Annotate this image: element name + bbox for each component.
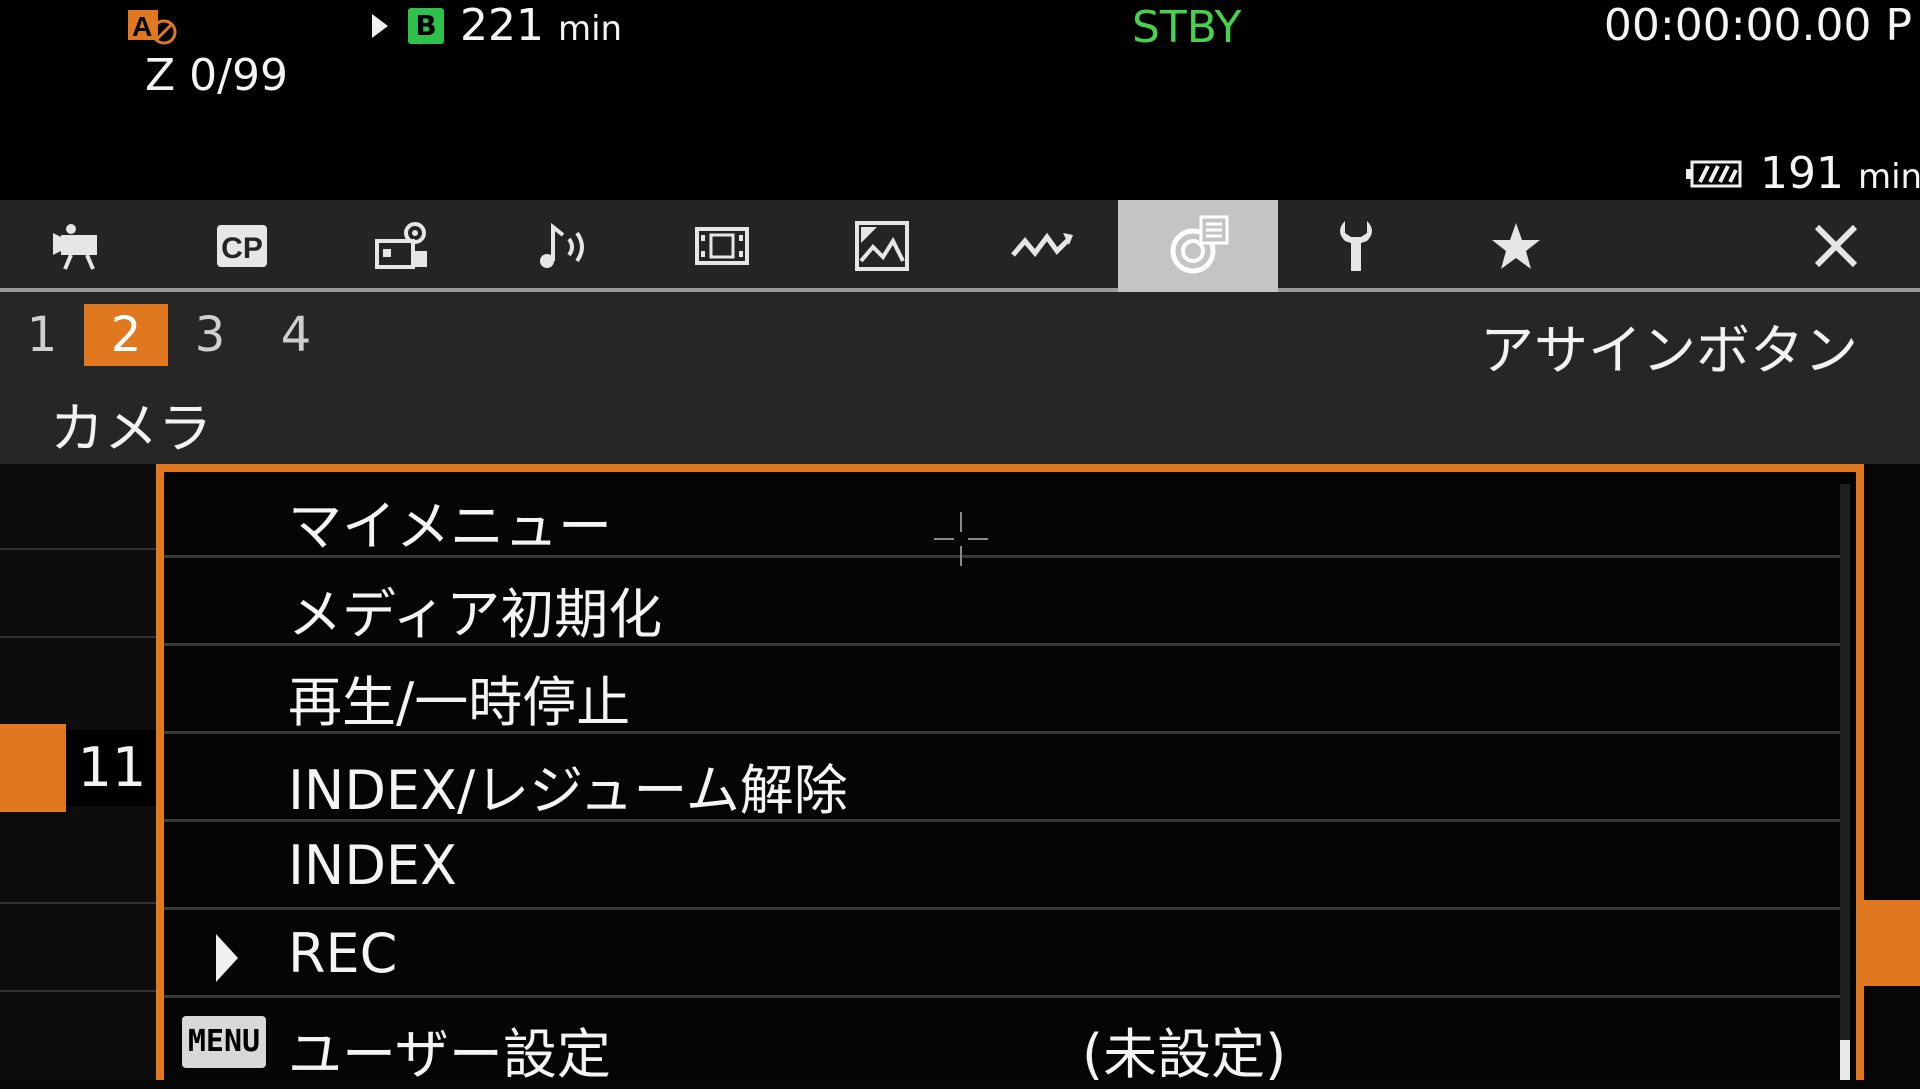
battery-icon xyxy=(1686,160,1742,188)
option-label: INDEX xyxy=(288,834,458,897)
crosshair-icon xyxy=(934,512,988,566)
divider xyxy=(0,636,158,638)
record-time: 221 min xyxy=(460,0,622,51)
option-label: REC xyxy=(288,922,398,985)
assist-icon xyxy=(855,221,909,271)
category-label: カメラ xyxy=(50,397,212,460)
z-count: Z 0/99 xyxy=(145,50,288,101)
menu-badge: MENU xyxy=(182,1016,266,1068)
camera-icon xyxy=(53,224,97,270)
option-label: ユーザー設定 xyxy=(288,1023,611,1086)
cp-icon: CP xyxy=(217,225,267,267)
menu-tab-bar: CP xyxy=(0,200,1920,292)
divider xyxy=(0,990,158,992)
option-value: (未設定) xyxy=(1082,1023,1287,1086)
option-media-format[interactable]: メディア初期化 xyxy=(164,560,1840,646)
play-icon xyxy=(372,14,388,38)
option-my-menu[interactable]: マイメニュー xyxy=(164,472,1840,558)
recording-icon xyxy=(695,227,749,265)
page-tab-4[interactable]: 4 xyxy=(254,304,338,366)
camera-settings-icon xyxy=(375,222,427,269)
option-label: マイメニュー xyxy=(288,495,612,558)
battery-time: 191 min xyxy=(1760,148,1920,199)
timecode: 00:00:00.00 P xyxy=(1603,0,1912,51)
assign-options-list: マイメニュー メディア初期化 再生/一時停止 INDEX/レジューム解除 IND… xyxy=(156,464,1864,1086)
record-time-unit: min xyxy=(557,9,623,49)
option-user-setting[interactable]: MENU ユーザー設定 (未設定) xyxy=(164,1000,1840,1086)
tab-cp[interactable]: CP xyxy=(162,200,322,292)
svg-text:A: A xyxy=(132,11,152,42)
tab-my-menu[interactable] xyxy=(1436,200,1596,292)
record-time-value: 221 xyxy=(460,0,544,51)
waveform-icon xyxy=(1011,232,1073,258)
option-rec[interactable]: REC xyxy=(164,912,1840,998)
status-bar: A Z 0/99 B 221 min STBY 00:00:00.00 P 19… xyxy=(0,0,1920,200)
scroll-thumb[interactable] xyxy=(1840,1040,1850,1080)
card-slot-badge: B xyxy=(408,8,444,44)
tab-close[interactable] xyxy=(1756,200,1916,292)
tab-assist[interactable] xyxy=(802,200,962,292)
option-label: INDEX/レジューム解除 xyxy=(288,759,848,822)
selection-cursor-icon xyxy=(216,934,238,982)
option-play-pause[interactable]: 再生/一時停止 xyxy=(164,648,1840,734)
tab-setup[interactable] xyxy=(1276,200,1436,292)
close-icon xyxy=(1814,224,1858,268)
option-index[interactable]: INDEX xyxy=(164,824,1840,910)
assign-button-icon xyxy=(1170,215,1229,274)
tab-assign-button[interactable] xyxy=(1118,200,1278,292)
battery-time-unit: min xyxy=(1857,157,1920,197)
divider xyxy=(0,902,158,904)
page-tab-2[interactable]: 2 xyxy=(84,304,168,366)
star-icon xyxy=(1492,223,1540,269)
scroll-position-marker xyxy=(1864,900,1920,986)
option-label: メディア初期化 xyxy=(288,583,663,646)
wrench-icon xyxy=(1340,221,1372,271)
divider xyxy=(0,548,158,550)
tab-waveform[interactable] xyxy=(962,200,1122,292)
page-tab-1[interactable]: 1 xyxy=(0,304,84,366)
section-title: アサインボタン xyxy=(1480,319,1858,382)
tab-recording[interactable] xyxy=(642,200,802,292)
scrollbar[interactable] xyxy=(1840,484,1850,1080)
af-lock-icon: A xyxy=(128,10,177,45)
tab-audio[interactable] xyxy=(482,200,642,292)
cp-label: CP xyxy=(221,232,263,265)
tab-camera[interactable] xyxy=(2,200,162,292)
battery-time-value: 191 xyxy=(1760,148,1844,199)
page-tab-3[interactable]: 3 xyxy=(168,304,252,366)
audio-icon xyxy=(540,222,584,268)
assign-button-number[interactable]: 11 xyxy=(66,730,158,806)
option-label: 再生/一時停止 xyxy=(288,671,631,734)
option-index-resume-clear[interactable]: INDEX/レジューム解除 xyxy=(164,736,1840,822)
tab-camera-settings[interactable] xyxy=(322,200,482,292)
selection-marker xyxy=(0,724,66,812)
mode-indicator: STBY xyxy=(1132,2,1242,53)
menu-header: 1 2 3 4 アサインボタン カメラ xyxy=(0,292,1920,464)
